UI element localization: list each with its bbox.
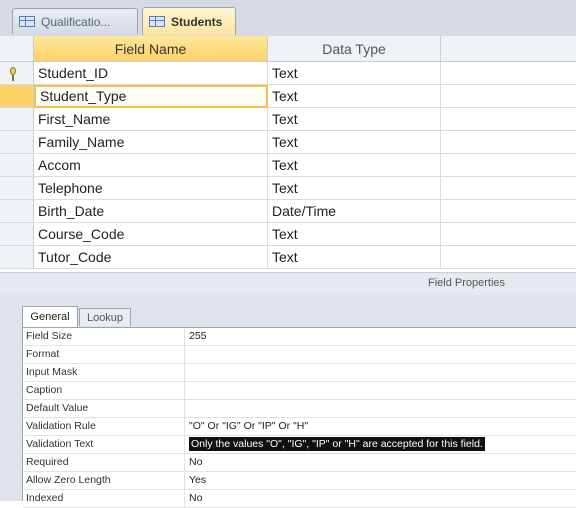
- data-type-cell[interactable]: Text: [268, 108, 441, 131]
- description-cell[interactable]: [441, 131, 576, 154]
- property-value[interactable]: [185, 382, 576, 399]
- table-icon: [19, 16, 35, 27]
- property-value[interactable]: [185, 364, 576, 381]
- row-selector[interactable]: [0, 246, 34, 269]
- description-cell[interactable]: [441, 62, 576, 85]
- field-name-cell[interactable]: Family_Name: [34, 131, 268, 154]
- description-cell[interactable]: [441, 200, 576, 223]
- field-name-cell[interactable]: Accom: [34, 154, 268, 177]
- description-header: [441, 36, 576, 62]
- field-properties-strip: Field Properties: [0, 272, 576, 296]
- property-label: Default Value: [23, 400, 185, 417]
- description-cell[interactable]: [441, 246, 576, 269]
- description-cell[interactable]: [441, 177, 576, 200]
- property-label: Required: [23, 454, 185, 471]
- property-label: Allow Zero Length: [23, 472, 185, 489]
- property-label: Indexed: [23, 490, 185, 507]
- row-selector[interactable]: [0, 177, 34, 200]
- property-row[interactable]: Allow Zero Length Yes: [23, 472, 576, 490]
- data-type-cell[interactable]: Text: [268, 246, 441, 269]
- field-name-cell[interactable]: Course_Code: [34, 223, 268, 246]
- data-type-cell[interactable]: Text: [268, 223, 441, 246]
- field-row[interactable]: Family_Name Text: [0, 131, 576, 154]
- field-properties-label: Field Properties: [428, 277, 506, 289]
- data-type-cell[interactable]: Text: [268, 62, 441, 85]
- table-icon: [149, 16, 165, 27]
- data-type-cell[interactable]: Text: [268, 131, 441, 154]
- property-value[interactable]: Yes: [185, 472, 576, 489]
- field-row[interactable]: Accom Text: [0, 154, 576, 177]
- tab-label: Students: [171, 14, 223, 29]
- field-name-cell[interactable]: Telephone: [34, 177, 268, 200]
- field-name-cell[interactable]: Student_Type: [34, 85, 268, 108]
- property-label: Field Size: [23, 328, 185, 345]
- property-row[interactable]: Format: [23, 346, 576, 364]
- row-selector-header[interactable]: [0, 36, 34, 62]
- property-row[interactable]: Default Value: [23, 400, 576, 418]
- property-label: Caption: [23, 382, 185, 399]
- tab-students[interactable]: Students: [142, 7, 236, 35]
- property-value[interactable]: No: [185, 490, 576, 507]
- row-selector[interactable]: [0, 200, 34, 223]
- field-row[interactable]: First_Name Text: [0, 108, 576, 131]
- field-properties-pane: General Lookup Field Size 255 Format Inp…: [0, 295, 576, 508]
- field-name-header: Field Name: [34, 36, 268, 62]
- row-selector[interactable]: [0, 108, 34, 131]
- property-label: Input Mask: [23, 364, 185, 381]
- field-design-grid: Field Name Data Type Student_ID Text Stu…: [0, 36, 576, 286]
- data-type-cell[interactable]: Date/Time: [268, 200, 441, 223]
- selected-text[interactable]: Only the values "O", "IG", "IP" or "H" a…: [189, 437, 485, 451]
- property-row[interactable]: Required No: [23, 454, 576, 472]
- field-row[interactable]: Student_Type Text: [0, 85, 576, 108]
- property-value[interactable]: [185, 400, 576, 417]
- tab-general[interactable]: General: [22, 306, 78, 327]
- property-value[interactable]: 255: [185, 328, 576, 345]
- row-selector[interactable]: [0, 154, 34, 177]
- property-row[interactable]: Caption: [23, 382, 576, 400]
- field-name-cell[interactable]: Tutor_Code: [34, 246, 268, 269]
- field-row[interactable]: Course_Code Text: [0, 223, 576, 246]
- data-type-header: Data Type: [268, 36, 441, 62]
- data-type-cell[interactable]: Text: [268, 154, 441, 177]
- row-selector[interactable]: [0, 223, 34, 246]
- description-cell[interactable]: [441, 154, 576, 177]
- row-selector[interactable]: [0, 85, 34, 108]
- field-name-cell[interactable]: Birth_Date: [34, 200, 268, 223]
- description-cell[interactable]: [441, 85, 576, 108]
- property-value[interactable]: No: [185, 454, 576, 471]
- field-name-cell[interactable]: Student_ID: [34, 62, 268, 85]
- property-row[interactable]: Indexed No: [23, 490, 576, 508]
- property-row[interactable]: Validation Text Only the values "O", "IG…: [23, 436, 576, 454]
- row-selector[interactable]: [0, 62, 34, 85]
- property-row[interactable]: Validation Rule "O" Or "IG" Or "IP" Or "…: [23, 418, 576, 436]
- property-label: Validation Text: [23, 436, 185, 453]
- field-row[interactable]: Student_ID Text: [0, 62, 576, 85]
- property-value[interactable]: "O" Or "IG" Or "IP" Or "H": [185, 418, 576, 435]
- description-cell[interactable]: [441, 223, 576, 246]
- property-value[interactable]: [185, 346, 576, 363]
- property-label: Validation Rule: [23, 418, 185, 435]
- property-row[interactable]: Input Mask: [23, 364, 576, 382]
- field-name-cell[interactable]: First_Name: [34, 108, 268, 131]
- row-selector[interactable]: [0, 131, 34, 154]
- field-row[interactable]: Tutor_Code Text: [0, 246, 576, 269]
- tab-label: Qualificatio...: [41, 14, 111, 29]
- property-row[interactable]: Field Size 255: [23, 328, 576, 346]
- tab-qualifications[interactable]: Qualificatio...: [12, 8, 138, 34]
- field-row[interactable]: Birth_Date Date/Time: [0, 200, 576, 223]
- property-label: Format: [23, 346, 185, 363]
- data-type-cell[interactable]: Text: [268, 177, 441, 200]
- object-tab-bar: Qualificatio... Students: [0, 0, 576, 37]
- property-sheet: Field Size 255 Format Input Mask Caption…: [22, 327, 576, 508]
- property-value[interactable]: Only the values "O", "IG", "IP" or "H" a…: [185, 436, 576, 453]
- primary-key-icon: [10, 67, 16, 81]
- description-cell[interactable]: [441, 108, 576, 131]
- tab-lookup[interactable]: Lookup: [79, 308, 131, 326]
- field-row[interactable]: Telephone Text: [0, 177, 576, 200]
- data-type-cell[interactable]: Text: [268, 85, 441, 108]
